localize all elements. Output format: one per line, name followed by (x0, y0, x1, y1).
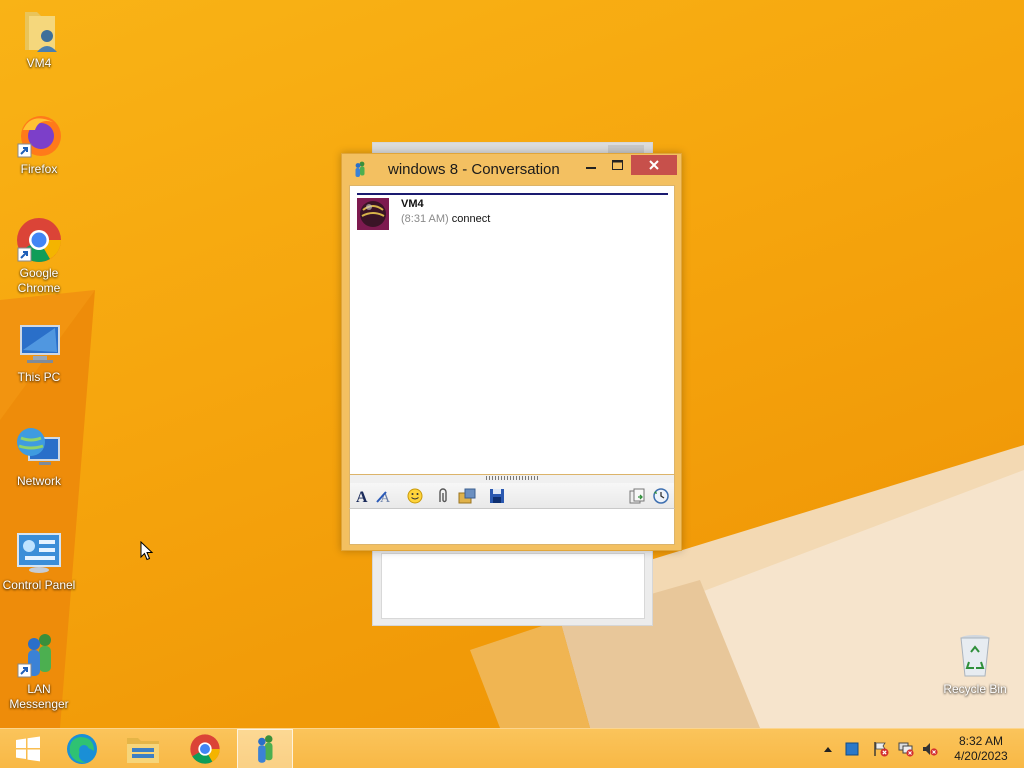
broadcast-button[interactable] (628, 487, 646, 505)
desktop-icon-recycle-bin[interactable]: Recycle Bin (936, 632, 1014, 697)
svg-text:A: A (356, 489, 368, 504)
lan-messenger-icon (352, 161, 368, 177)
smiley-icon (407, 488, 423, 504)
desktop-icon-control-panel[interactable]: Control Panel (0, 528, 78, 593)
font-color-button[interactable]: A (376, 487, 394, 505)
tray-volume[interactable] (922, 741, 938, 757)
maximize-button[interactable] (604, 155, 630, 175)
desktop-icon-label: LAN Messenger (9, 682, 69, 711)
save-icon (490, 489, 504, 503)
windows-logo-icon (16, 736, 40, 762)
chrome-icon (15, 216, 63, 264)
pane-splitter[interactable] (349, 475, 675, 483)
formatting-toolbar: A A (349, 483, 675, 509)
folder-icon (127, 738, 159, 763)
close-button[interactable] (631, 155, 677, 175)
splitter-grip-icon (486, 476, 540, 480)
recycle-bin-icon (951, 632, 999, 680)
taskbar: 8:32 AM 4/20/2023 (0, 728, 1024, 768)
message-history[interactable]: VM4 (8:31 AM) connect (349, 185, 675, 475)
message-separator (357, 193, 668, 195)
taskbar-chrome[interactable] (177, 729, 233, 768)
desktop-icon-vm4[interactable]: VM4 (0, 6, 78, 71)
desktop-icon-label: Google Chrome (17, 266, 61, 295)
paperclip-icon (439, 488, 447, 503)
desktop-icon-label: Recycle Bin (943, 682, 1007, 696)
send-file-button[interactable] (458, 487, 476, 505)
computer-icon (15, 320, 63, 368)
chevron-up-icon (824, 747, 832, 752)
desktop-icon-label: Control Panel (2, 578, 76, 592)
emoticon-button[interactable] (406, 487, 424, 505)
flag-error-icon (874, 742, 889, 757)
show-hidden-icons-button[interactable] (820, 741, 836, 757)
desktop: VM4 Firefox Google Chrome This PC Networ… (0, 0, 1024, 728)
lan-messenger-icon (15, 632, 63, 680)
control-panel-icon (15, 528, 63, 576)
chrome-icon (190, 734, 220, 764)
action-center-icon (845, 742, 859, 756)
lan-messenger-icon (258, 735, 273, 763)
message-timestamp: (8:31 AM) (401, 213, 449, 225)
tray-security[interactable] (873, 741, 889, 757)
taskbar-edge[interactable] (54, 729, 110, 768)
mouse-cursor-icon (140, 541, 154, 561)
desktop-icon-label: This PC (17, 370, 61, 384)
clock-time: 8:32 AM (958, 734, 1004, 748)
taskbar-clock[interactable]: 8:32 AM 4/20/2023 (948, 734, 1014, 764)
font-color-icon: A (376, 491, 391, 504)
minimize-icon (586, 167, 596, 169)
desktop-icon-firefox[interactable]: Firefox (0, 112, 78, 177)
history-button[interactable] (652, 487, 670, 505)
avatar (357, 198, 389, 230)
conversation-window[interactable]: windows 8 - Conversation VM4 (8:31 AM) c… (341, 153, 682, 551)
tray-action-center[interactable] (844, 741, 860, 757)
window-titlebar[interactable]: windows 8 - Conversation (342, 154, 681, 184)
network-globe-icon (15, 424, 63, 472)
desktop-icon-this-pc[interactable]: This PC (0, 320, 78, 385)
volume-muted-icon (923, 743, 938, 756)
window-title: windows 8 - Conversation (388, 161, 560, 178)
message-body: (8:31 AM) connect (401, 213, 490, 225)
network-error-icon (898, 742, 914, 757)
desktop-icon-chrome[interactable]: Google Chrome (0, 216, 78, 296)
desktop-icon-label: VM4 (26, 56, 52, 70)
copy-icon (629, 488, 645, 504)
font-icon: A (356, 489, 368, 504)
tray-network[interactable] (898, 741, 914, 757)
folder-user-icon (15, 6, 63, 54)
nudge-button[interactable] (434, 487, 452, 505)
history-clock-icon (653, 488, 669, 504)
desktop-icon-network[interactable]: Network (0, 424, 78, 489)
desktop-icon-label: Firefox (20, 162, 58, 176)
desktop-icon-label: Network (16, 474, 61, 488)
minimize-button[interactable] (578, 155, 604, 175)
message-text: connect (451, 213, 491, 225)
firefox-icon (15, 112, 63, 160)
clock-date: 4/20/2023 (954, 749, 1008, 763)
taskbar-file-explorer[interactable] (115, 729, 171, 768)
message-sender: VM4 (401, 198, 424, 210)
message-input-area[interactable] (349, 509, 675, 545)
taskbar-lan-messenger[interactable] (237, 729, 293, 768)
background-window-input (381, 553, 645, 619)
desktop-icon-lan-messenger[interactable]: LAN Messenger (0, 632, 78, 712)
message-input[interactable] (350, 509, 674, 544)
start-button[interactable] (0, 729, 56, 768)
save-button[interactable] (488, 487, 506, 505)
font-button[interactable]: A (354, 487, 372, 505)
maximize-icon (611, 160, 623, 170)
send-file-icon (458, 488, 476, 504)
edge-icon (67, 734, 97, 764)
close-icon (649, 160, 659, 170)
